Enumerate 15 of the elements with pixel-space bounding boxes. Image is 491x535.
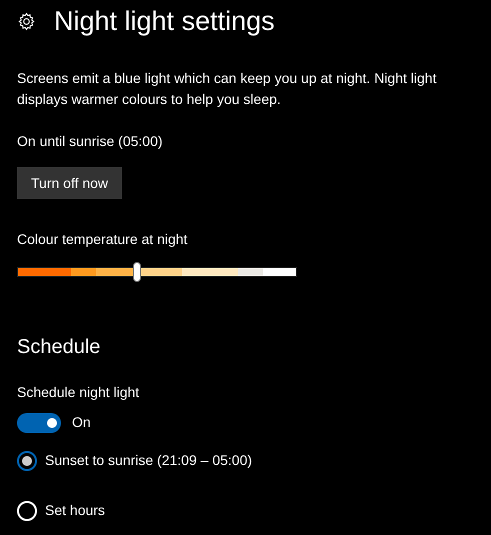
toggle-switch[interactable] (17, 412, 61, 432)
temperature-label: Colour temperature at night (17, 230, 188, 249)
turn-off-button[interactable]: Turn off now (17, 167, 122, 199)
status-text: On until sunrise (05:00) (17, 132, 164, 151)
schedule-label: Schedule night light (17, 383, 140, 402)
radio-button[interactable] (17, 450, 37, 470)
settings-icon (17, 12, 36, 30)
description: Screens emit a blue light which can keep you up at night. Night light displays warmer colours to help you sleep. (17, 69, 438, 109)
slider-thumb[interactable] (133, 262, 142, 282)
page-title: Night light settings (54, 6, 275, 36)
radio-label: Set hours (45, 501, 105, 520)
radio-label: Sunset to sunrise (21:09 – 05:00) (45, 451, 252, 470)
temperature-slider[interactable] (17, 262, 297, 282)
toggle-state: On (72, 413, 91, 432)
schedule-heading: Schedule (17, 335, 102, 360)
